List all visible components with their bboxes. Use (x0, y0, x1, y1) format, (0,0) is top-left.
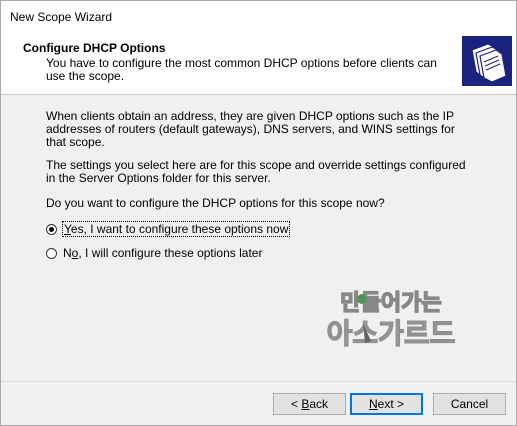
wizard-content: When clients obtain an address, they are… (1, 95, 516, 381)
radio-yes-option[interactable]: Yes, I want to configure these options n… (46, 221, 291, 237)
watermark-green-dot-icon (357, 294, 367, 304)
folders-icon (462, 36, 512, 86)
radio-no-button[interactable] (46, 247, 57, 259)
radio-no-label[interactable]: No, I will configure these options later (63, 246, 262, 260)
back-button[interactable]: < Back (273, 393, 346, 415)
description-paragraph: When clients obtain an address, they are… (46, 109, 455, 149)
window-title: New Scope Wizard (10, 10, 113, 24)
page-subtitle: You have to configure the most common DH… (46, 56, 437, 83)
radio-yes-button[interactable] (46, 223, 57, 235)
radio-yes-label[interactable]: Yes, I want to configure these options n… (61, 221, 291, 237)
watermark-line2: 아스가르드 (327, 317, 456, 350)
watermark-line1: 만들어가는 (340, 291, 441, 316)
radio-no-option[interactable]: No, I will configure these options later (46, 246, 262, 260)
wizard-window: New Scope Wizard Configure DHCP Options … (0, 0, 517, 426)
wizard-header: Configure DHCP Options You have to confi… (1, 31, 516, 95)
cancel-button[interactable]: Cancel (433, 393, 506, 415)
footer-divider (1, 381, 516, 382)
page-title: Configure DHCP Options (23, 41, 166, 55)
scope-override-note: The settings you select here are for thi… (46, 158, 466, 185)
title-bar: New Scope Wizard (1, 1, 516, 31)
watermark-logo: 만들어가는 아스가르드 (326, 290, 456, 350)
next-button[interactable]: Next > (350, 393, 423, 415)
question-text: Do you want to configure the DHCP option… (46, 196, 385, 210)
